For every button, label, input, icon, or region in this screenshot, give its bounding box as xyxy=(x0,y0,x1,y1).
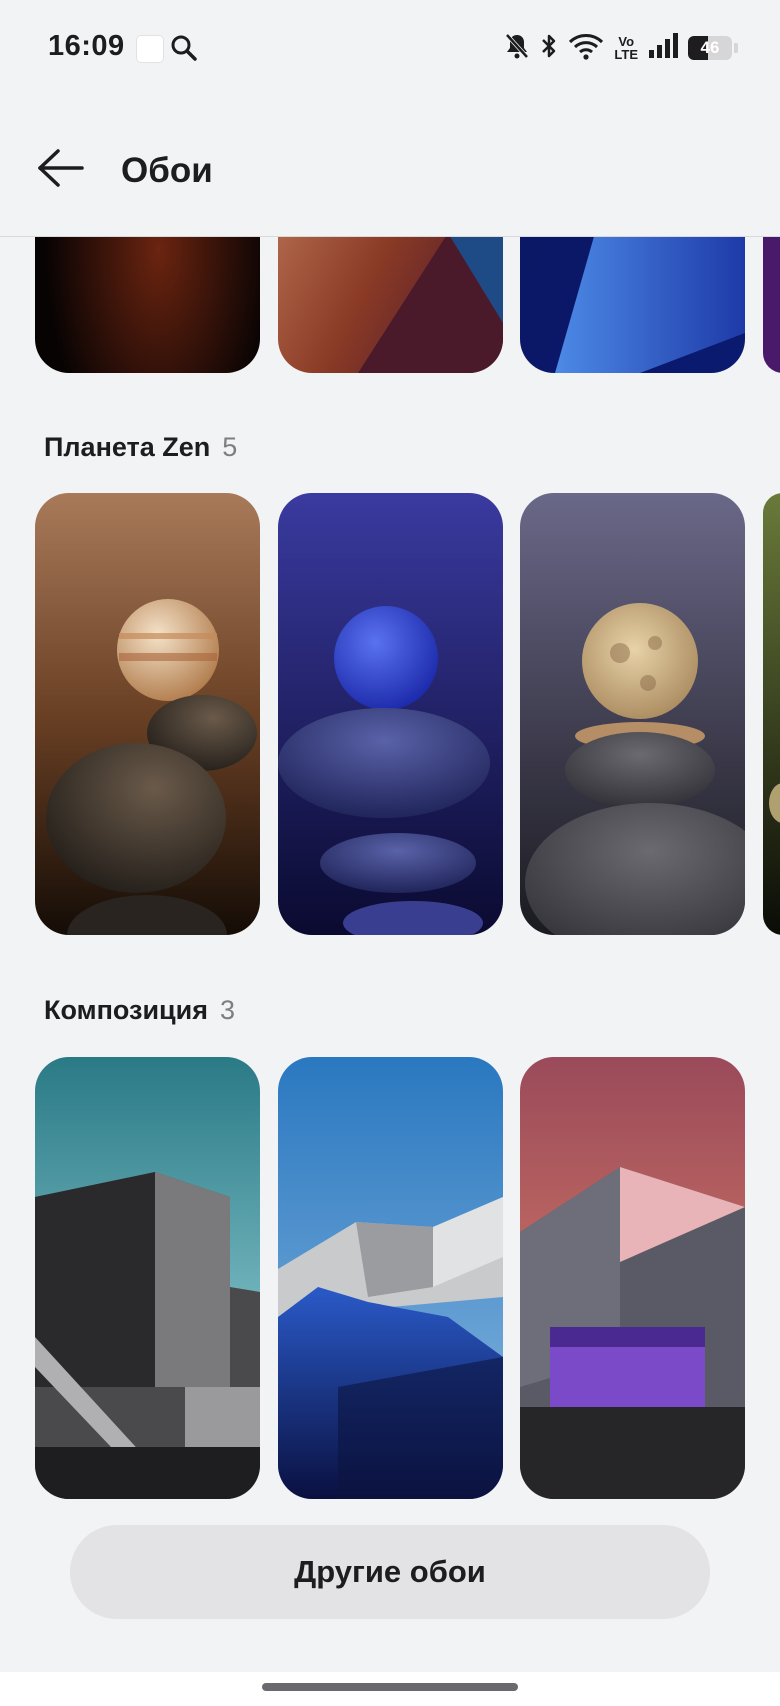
wallpaper-row-composition xyxy=(0,1057,780,1499)
arrow-left-icon xyxy=(38,149,84,187)
wallpaper-thumbnail[interactable] xyxy=(278,493,503,935)
section-title-composition: Композиция 3 xyxy=(44,995,236,1025)
status-time: 16:09 xyxy=(48,30,125,62)
wallpaper-thumbnail[interactable] xyxy=(278,1057,503,1499)
search-icon xyxy=(170,34,198,67)
section-count: 3 xyxy=(220,995,236,1025)
more-wallpapers-button[interactable]: Другие обои xyxy=(70,1525,710,1619)
volte-indicator: Vo LTE xyxy=(614,34,638,62)
wallpaper-thumbnail[interactable] xyxy=(763,237,780,373)
wallpaper-thumbnail[interactable] xyxy=(520,1057,745,1499)
wifi-icon xyxy=(568,32,604,65)
signal-icon xyxy=(648,32,678,65)
wallpaper-thumbnail[interactable] xyxy=(763,493,780,935)
bluetooth-icon xyxy=(540,32,558,65)
notification-thumbnail xyxy=(136,35,164,63)
bell-off-icon xyxy=(504,32,530,65)
back-button[interactable] xyxy=(36,148,86,188)
app-header: Обои xyxy=(0,96,780,237)
home-indicator[interactable] xyxy=(262,1683,518,1691)
wallpaper-row-previous xyxy=(0,237,780,373)
page-title: Обои xyxy=(121,151,213,190)
wallpaper-thumbnail[interactable] xyxy=(35,493,260,935)
wallpaper-thumbnail[interactable] xyxy=(520,493,745,935)
wallpaper-thumbnail[interactable] xyxy=(35,237,260,373)
section-count: 5 xyxy=(222,432,238,462)
wallpaper-row-planet-zen xyxy=(0,493,780,935)
section-title-planet-zen: Планета Zen 5 xyxy=(44,432,238,462)
wallpaper-thumbnail[interactable] xyxy=(520,237,745,373)
status-bar: 16:09 Vo LTE 46 xyxy=(0,0,780,96)
wallpaper-thumbnail[interactable] xyxy=(35,1057,260,1499)
battery-icon: 46 xyxy=(688,36,732,60)
battery-level: 46 xyxy=(700,38,720,57)
wallpaper-thumbnail[interactable] xyxy=(278,237,503,373)
